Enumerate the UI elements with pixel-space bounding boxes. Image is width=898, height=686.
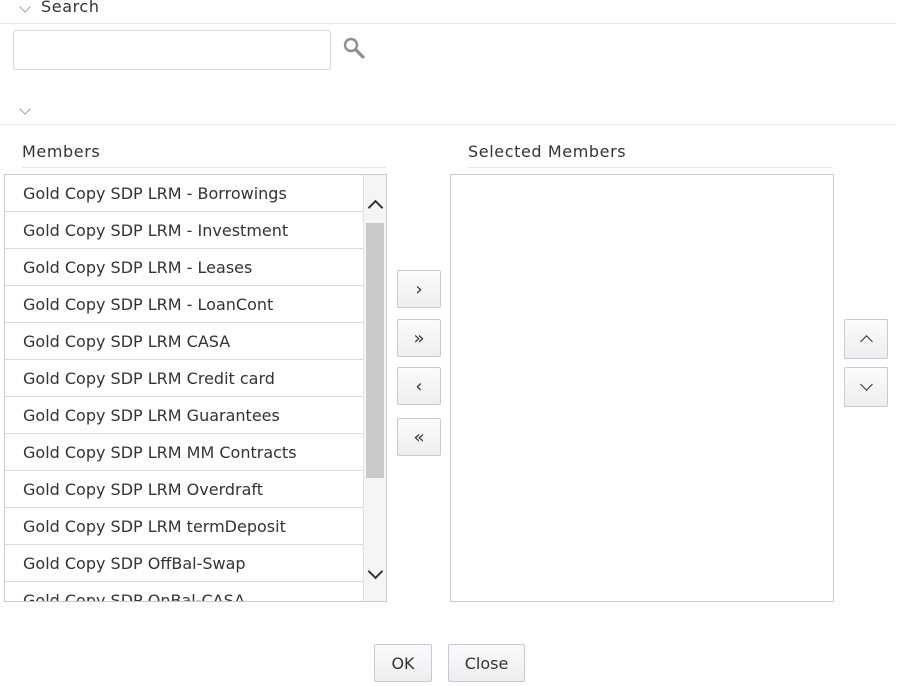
collapse-chevron-icon[interactable] — [19, 1, 31, 13]
scroll-thumb[interactable] — [366, 223, 384, 478]
search-input[interactable] — [13, 30, 331, 70]
members-label: Members — [22, 142, 386, 168]
list-item[interactable]: Gold Copy SDP LRM Overdraft — [5, 471, 365, 508]
search-icon[interactable] — [341, 35, 367, 61]
move-all-left-button[interactable]: « — [397, 418, 441, 456]
list-item[interactable]: Gold Copy SDP LRM - Investment — [5, 212, 365, 249]
members-list[interactable]: Gold Copy SDP LRM - Borrowings Gold Copy … — [4, 174, 387, 602]
selected-members-list[interactable] — [450, 174, 834, 602]
close-button[interactable]: Close — [448, 644, 525, 682]
scroll-up-icon[interactable] — [367, 199, 384, 216]
move-all-right-button[interactable]: » — [397, 319, 441, 357]
list-item[interactable]: Gold Copy SDP LRM - Leases — [5, 249, 365, 286]
search-section-header[interactable]: Search — [0, 0, 896, 24]
list-item[interactable]: Gold Copy SDP LRM - Borrowings — [5, 175, 365, 212]
list-item[interactable]: Gold Copy SDP LRM Guarantees — [5, 397, 365, 434]
scroll-down-icon[interactable] — [367, 563, 384, 580]
list-item[interactable]: Gold Copy SDP LRM termDeposit — [5, 508, 365, 545]
list-item[interactable]: Gold Copy SDP OnBal-CASA — [5, 582, 365, 601]
list-item[interactable]: Gold Copy SDP LRM MM Contracts — [5, 434, 365, 471]
members-scrollbar[interactable] — [363, 175, 386, 601]
list-item[interactable]: Gold Copy SDP LRM Credit card — [5, 360, 365, 397]
search-section-title: Search — [41, 0, 100, 16]
ok-button[interactable]: OK — [374, 644, 432, 682]
move-right-button[interactable]: › — [397, 270, 441, 308]
members-items: Gold Copy SDP LRM - Borrowings Gold Copy … — [5, 175, 365, 601]
list-item[interactable]: Gold Copy SDP OffBal-Swap — [5, 545, 365, 582]
selected-members-label: Selected Members — [468, 142, 832, 168]
chevron-up-icon — [859, 335, 873, 348]
move-down-button[interactable] — [844, 367, 888, 407]
list-item[interactable]: Gold Copy SDP LRM CASA — [5, 323, 365, 360]
chevron-down-icon[interactable] — [19, 103, 31, 115]
move-up-button[interactable] — [844, 319, 888, 359]
chevron-down-icon — [859, 378, 873, 391]
list-item[interactable]: Gold Copy SDP LRM - LoanCont — [5, 286, 365, 323]
filter-section-header[interactable] — [0, 96, 896, 125]
move-left-button[interactable]: ‹ — [397, 367, 441, 405]
